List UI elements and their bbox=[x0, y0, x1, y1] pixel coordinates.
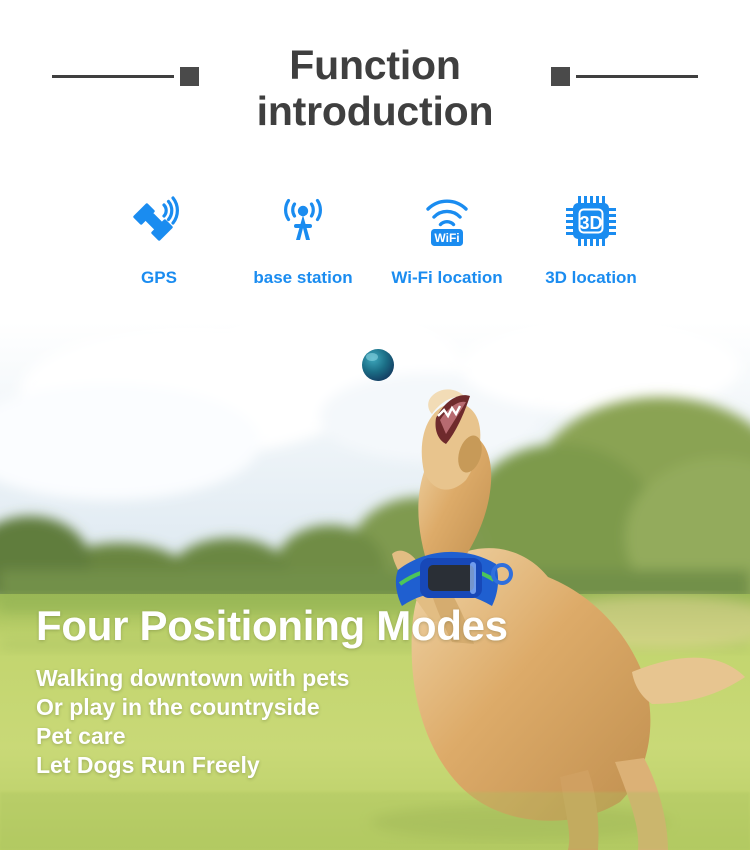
wifi-icon-text: WiFi bbox=[434, 231, 459, 245]
feature-item-gps: GPS bbox=[98, 190, 220, 288]
lifestyle-photo: Four Positioning Modes Walking downtown … bbox=[0, 322, 750, 850]
grass-texture bbox=[0, 792, 750, 850]
page-title: Function introduction bbox=[0, 42, 750, 134]
feature-label: 3D location bbox=[545, 268, 637, 287]
overlay-subline: Pet care bbox=[36, 723, 126, 749]
chip-3d-icon: 3D bbox=[562, 190, 620, 252]
photo-overlay-text: Four Positioning Modes Walking downtown … bbox=[36, 602, 656, 780]
feature-item-3d: 3D 3D location bbox=[530, 190, 652, 288]
blue-ball bbox=[362, 349, 394, 381]
overlay-subline: Let Dogs Run Freely bbox=[36, 752, 260, 778]
gps-satellite-icon bbox=[130, 190, 188, 252]
header-section: Function introduction bbox=[0, 0, 750, 170]
feature-label: GPS bbox=[141, 268, 177, 287]
feature-item-wifi: WiFi Wi-Fi location bbox=[386, 190, 508, 288]
wifi-icon: WiFi bbox=[418, 190, 476, 252]
product-feature-banner: Function introduction GPS base station W… bbox=[0, 0, 750, 850]
page-title-line-1: Function bbox=[289, 42, 461, 88]
ball-highlight bbox=[366, 353, 378, 361]
overlay-subline: Or play in the countryside bbox=[36, 694, 320, 720]
feature-list: GPS base station WiFi Wi-Fi location 3D … bbox=[0, 190, 750, 288]
tracker-screen bbox=[428, 565, 474, 591]
feature-label: base station bbox=[253, 268, 353, 287]
overlay-subline: Walking downtown with pets bbox=[36, 665, 350, 691]
overlay-subline-list: Walking downtown with pets Or play in th… bbox=[36, 664, 656, 780]
feature-item-base-station: base station bbox=[242, 190, 364, 288]
page-title-line-2: introduction bbox=[256, 88, 494, 134]
overlay-headline: Four Positioning Modes bbox=[36, 602, 508, 649]
chip-icon-text: 3D bbox=[579, 213, 602, 233]
feature-label: Wi-Fi location bbox=[391, 268, 503, 287]
tracker-side-light bbox=[470, 562, 476, 594]
base-station-tower-icon bbox=[274, 190, 332, 252]
